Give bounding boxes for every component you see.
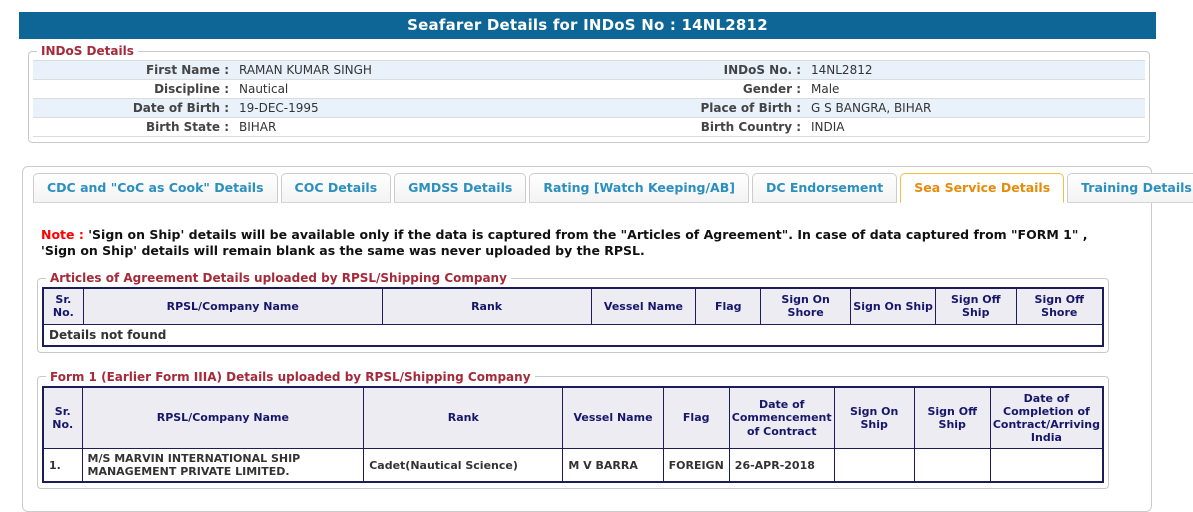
page-title: Seafarer Details for INDoS No : 14NL2812 — [407, 16, 768, 34]
col-sign-on-ship: Sign On Ship — [850, 287, 936, 325]
note-prefix: Note : — [41, 227, 84, 242]
articles-of-agreement-table: Sr. No. RPSL/Company Name Rank Vessel Na… — [42, 287, 1104, 347]
place-of-birth-value: G S BANGRA, BIHAR — [811, 101, 932, 115]
col-rank: Rank — [381, 287, 592, 325]
indos-no-value: 14NL2812 — [811, 63, 873, 77]
cell-sign-on-ship — [833, 448, 915, 483]
birth-country-label: Birth Country : — [700, 120, 801, 134]
first-name-label: First Name : — [145, 63, 229, 77]
gender-value: Male — [811, 82, 840, 96]
tab-sea-service-details[interactable]: Sea Service Details — [900, 173, 1065, 203]
indos-details-legend: INDoS Details — [41, 44, 134, 58]
indos-details-fieldset: INDoS Details First Name : RAMAN KUMAR S… — [28, 44, 1150, 143]
articles-header-row: Sr. No. RPSL/Company Name Rank Vessel Na… — [42, 287, 1104, 325]
tab-bar: CDC and "CoC as Cook" Details COC Detail… — [23, 173, 1193, 203]
articles-of-agreement-fieldset: Articles of Agreement Details uploaded b… — [37, 271, 1109, 353]
table-row: 1. M/S MARVIN INTERNATIONAL SHIP MANAGEM… — [42, 448, 1104, 483]
cell-company-name: M/S MARVIN INTERNATIONAL SHIP MANAGEMENT… — [81, 448, 365, 483]
form1-table: Sr. No. RPSL/Company Name Rank Vessel Na… — [42, 385, 1104, 484]
col-vessel-name: Vessel Name — [590, 287, 697, 325]
col-sign-off-ship: Sign Off Ship — [913, 386, 991, 450]
cell-sr-no: 1. — [42, 448, 83, 483]
date-of-birth-value: 19-DEC-1995 — [239, 101, 319, 115]
col-flag: Flag — [695, 287, 762, 325]
cell-rank: Cadet(Nautical Science) — [363, 448, 564, 483]
col-sr-no: Sr. No. — [42, 386, 83, 450]
tab-rating-watch-keeping-ab[interactable]: Rating [Watch Keeping/AB] — [529, 173, 749, 203]
sea-service-tab-panel: CDC and "CoC as Cook" Details COC Detail… — [22, 166, 1193, 512]
cell-sign-off-ship — [913, 448, 991, 483]
col-flag: Flag — [662, 386, 730, 450]
col-date-of-commencement: Date of Commencement of Contract — [728, 386, 835, 450]
col-vessel-name: Vessel Name — [562, 386, 664, 450]
form1-fieldset: Form 1 (Earlier Form IIIA) Details uploa… — [37, 369, 1109, 490]
date-of-birth-label: Date of Birth : — [132, 101, 229, 115]
seafarer-details-page: Seafarer Details for INDoS No : 14NL2812… — [0, 0, 1193, 512]
cell-completion-date — [989, 448, 1104, 483]
note-text: 'Sign on Ship' details will be available… — [41, 227, 1088, 258]
indos-row-birth: Date of Birth : 19-DEC-1995 Place of Bir… — [33, 99, 1145, 118]
birth-state-label: Birth State : — [146, 120, 229, 134]
sign-on-ship-note: Note : 'Sign on Ship' details will be av… — [41, 227, 1121, 258]
col-rpsl-company-name: RPSL/Company Name — [82, 287, 383, 325]
indos-row-discipline: Discipline : Nautical Gender : Male — [33, 80, 1145, 99]
col-sr-no: Sr. No. — [42, 287, 84, 325]
tab-training-details[interactable]: Training Details — [1067, 173, 1193, 203]
gender-label: Gender : — [742, 82, 801, 96]
cell-vessel-name: M V BARRA — [562, 448, 664, 483]
col-sign-off-ship: Sign Off Ship — [934, 287, 1017, 325]
col-sign-off-shore: Sign Off Shore — [1015, 287, 1104, 325]
tab-gmdss-details[interactable]: GMDSS Details — [394, 173, 527, 203]
place-of-birth-label: Place of Birth : — [700, 101, 801, 115]
articles-of-agreement-legend: Articles of Agreement Details uploaded b… — [50, 271, 507, 286]
table-row: Details not found — [42, 323, 1104, 347]
col-sign-on-shore: Sign On Shore — [760, 287, 852, 325]
col-rank: Rank — [363, 386, 564, 450]
details-not-found-message: Details not found — [42, 323, 1104, 347]
first-name-value: RAMAN KUMAR SINGH — [239, 63, 372, 77]
col-sign-on-ship: Sign On Ship — [833, 386, 915, 450]
birth-country-value: INDIA — [811, 120, 845, 134]
form1-legend: Form 1 (Earlier Form IIIA) Details uploa… — [50, 369, 531, 384]
tab-dc-endorsement[interactable]: DC Endorsement — [751, 173, 898, 203]
cell-commencement-date: 26-APR-2018 — [728, 448, 835, 483]
tab-cdc-coc-as-cook-details[interactable]: CDC and "CoC as Cook" Details — [33, 173, 278, 203]
birth-state-value: BIHAR — [239, 120, 277, 134]
form1-header-row: Sr. No. RPSL/Company Name Rank Vessel Na… — [42, 386, 1104, 450]
indos-row-name: First Name : RAMAN KUMAR SINGH INDoS No.… — [33, 60, 1145, 80]
indos-row-state: Birth State : BIHAR Birth Country : INDI… — [33, 118, 1145, 137]
discipline-label: Discipline : — [154, 82, 229, 96]
tab-coc-details[interactable]: COC Details — [280, 173, 392, 203]
col-rpsl-company-name: RPSL/Company Name — [81, 386, 365, 450]
indos-no-label: INDoS No. : — [723, 63, 801, 77]
col-date-of-completion: Date of Completion of Contract/Arriving … — [989, 386, 1104, 450]
cell-flag: FOREIGN — [662, 448, 730, 483]
page-title-bar: Seafarer Details for INDoS No : 14NL2812 — [19, 12, 1156, 39]
discipline-value: Nautical — [239, 82, 289, 96]
